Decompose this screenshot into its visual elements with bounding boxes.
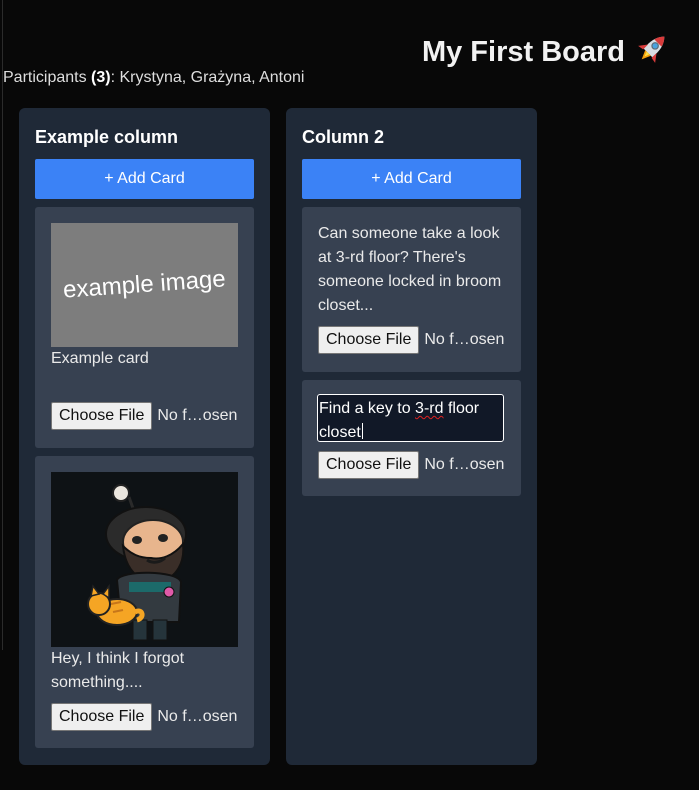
board-title: My First Board <box>422 30 671 74</box>
card-image: example image <box>51 223 238 347</box>
column-title: Column 2 <box>302 127 385 147</box>
participants-label: Participants <box>3 69 87 86</box>
card[interactable]: Can someone take a look at 3-rd floor? T… <box>302 207 521 372</box>
rocket-icon <box>635 30 671 74</box>
text-caret <box>361 423 363 439</box>
choose-file-button[interactable]: Choose File <box>318 451 420 479</box>
file-upload: Choose File No f…osen <box>318 326 504 354</box>
file-status: No f…osen <box>424 331 505 348</box>
file-upload: Choose File No f…osen <box>51 402 237 430</box>
card[interactable]: Find a key to 3-rd floor closet Choose F… <box>302 380 521 496</box>
column-example: Example column + Add Card example image … <box>19 108 270 765</box>
card[interactable]: example image Example card Choose File N… <box>35 207 254 448</box>
spellcheck-flagged-word: 3-rd <box>415 400 444 417</box>
file-status: No f…osen <box>424 456 505 473</box>
window-edge <box>2 0 3 650</box>
avatar-illustration <box>87 484 187 641</box>
card-image <box>51 472 238 647</box>
file-status: No f…osen <box>157 708 238 725</box>
add-card-button[interactable]: + Add Card <box>302 159 521 199</box>
participants-line: Participants (3): Krystyna, Grażyna, Ant… <box>3 69 304 87</box>
card-edit-textarea[interactable]: Find a key to 3-rd floor closet <box>317 394 504 442</box>
file-status: No f…osen <box>157 407 238 424</box>
card-text: Hey, I think I forgot something.... <box>51 650 185 691</box>
participants-count: (3) <box>91 69 111 86</box>
file-upload: Choose File No f…osen <box>318 451 504 479</box>
participants-names: : Krystyna, Grażyna, Antoni <box>110 69 305 86</box>
choose-file-button[interactable]: Choose File <box>51 703 153 731</box>
column-title: Example column <box>35 127 179 147</box>
column-2: Column 2 + Add Card Can someone take a l… <box>286 108 537 765</box>
board-title-text: My First Board <box>421 35 625 68</box>
card-text: Example card <box>51 350 149 367</box>
file-upload: Choose File No f…osen <box>51 703 237 731</box>
card-image-text: example image <box>62 265 227 304</box>
choose-file-button[interactable]: Choose File <box>318 326 420 354</box>
card-text: Can someone take a look at 3-rd floor? T… <box>318 225 502 314</box>
edit-text-prefix: Find a key to <box>319 400 416 417</box>
add-card-button[interactable]: + Add Card <box>35 159 254 199</box>
card[interactable]: Hey, I think I forgot something.... Choo… <box>35 456 254 748</box>
choose-file-button[interactable]: Choose File <box>51 402 153 430</box>
